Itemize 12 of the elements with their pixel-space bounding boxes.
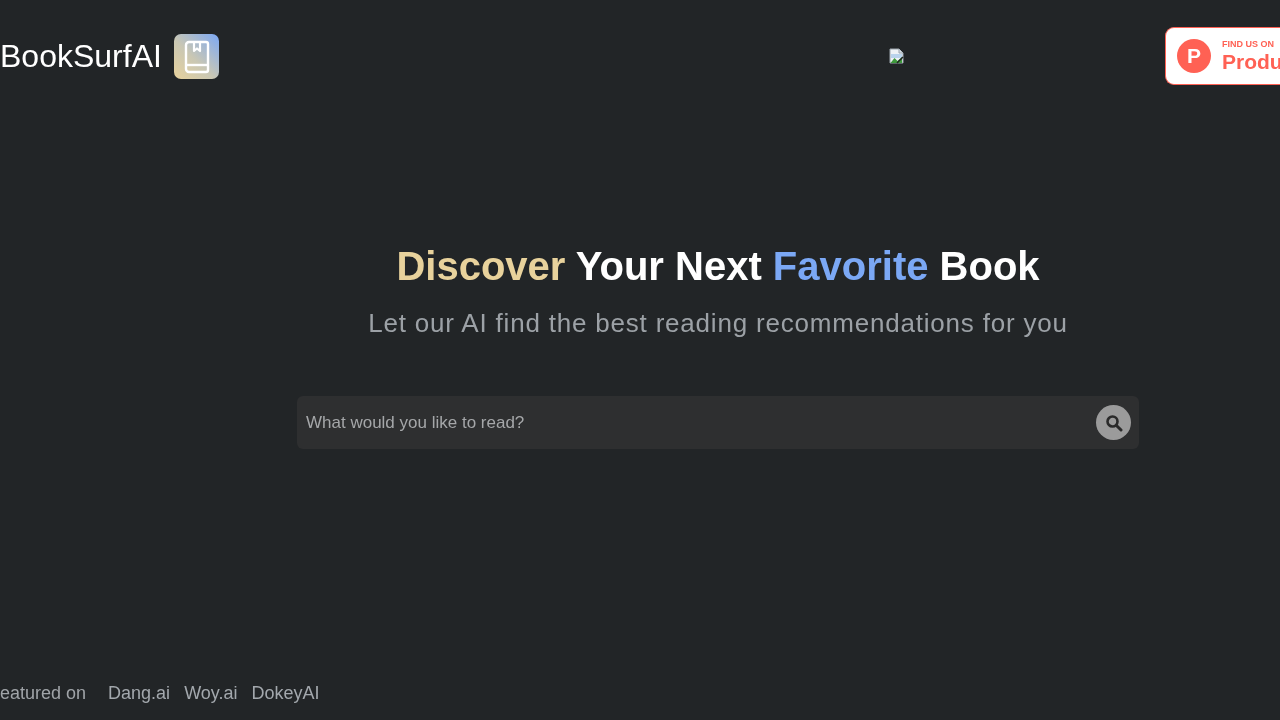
logo-text: BookSurfAI: [0, 37, 162, 76]
hero-subtitle: Let our AI find the best reading recommendations for you: [368, 307, 1068, 339]
search-field[interactable]: What would you like to read?: [297, 396, 1139, 449]
book-icon: [173, 33, 219, 79]
search-icon: [1104, 413, 1123, 432]
directory-link[interactable]: DokeyAI: [251, 681, 320, 705]
directory-link[interactable]: Dang.ai: [108, 681, 171, 705]
p-logo-icon: P: [1177, 39, 1211, 73]
hero-heading: Discover Your Next Favorite Book: [396, 243, 1040, 290]
broken-image-icon: [889, 48, 905, 64]
directory-link[interactable]: Woy.ai: [184, 681, 238, 705]
featured-on-label: eatured on: [0, 682, 87, 705]
